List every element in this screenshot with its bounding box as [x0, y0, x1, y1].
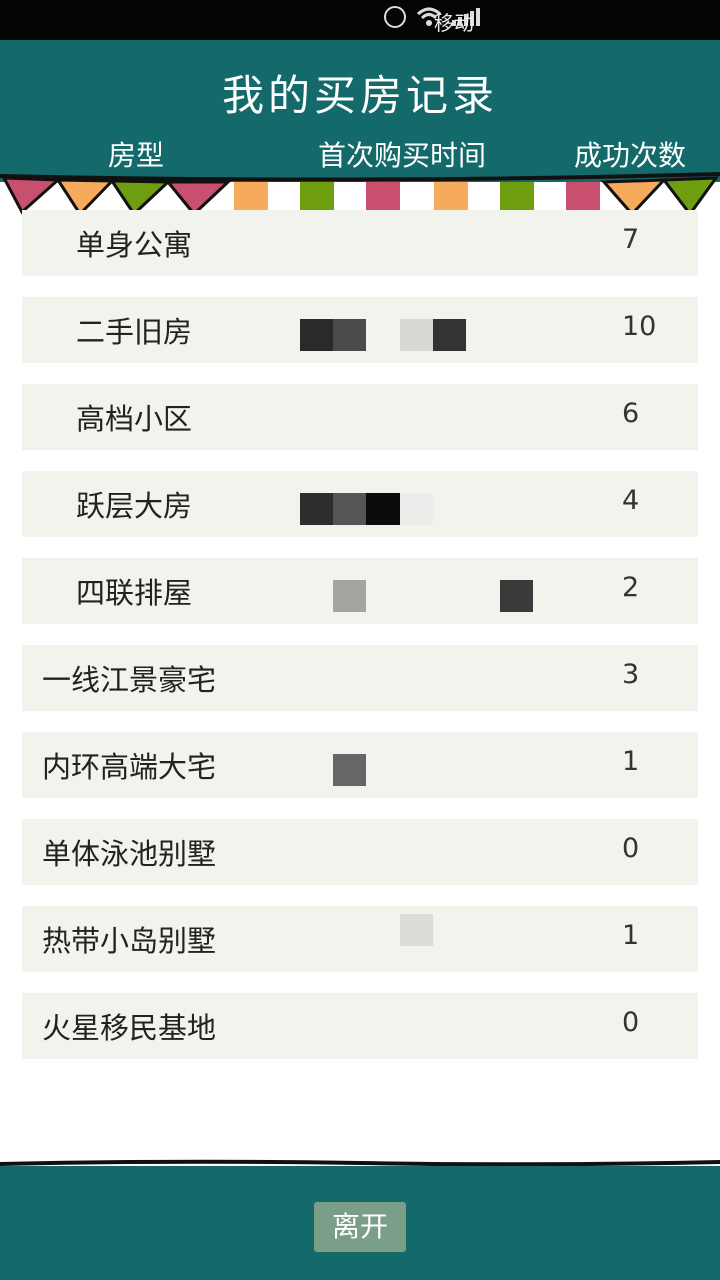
record-type: 高档小区	[76, 402, 193, 436]
record-row: 一线江景豪宅 3	[22, 645, 698, 711]
header: 我的买房记录 房型 首次购买时间 成功次数	[0, 40, 720, 182]
obscured-date	[400, 493, 433, 525]
record-row: 跃层大房 4	[22, 471, 698, 537]
record-count: 2	[622, 572, 640, 603]
record-type: 内环高端大宅	[42, 750, 217, 784]
obscured-date	[300, 493, 333, 525]
record-type: 一线江景豪宅	[42, 663, 217, 697]
alarm-icon	[384, 6, 406, 28]
record-count: 1	[622, 920, 640, 951]
status-bar: 移动	[0, 0, 720, 40]
record-row: 单体泳池别墅 0	[22, 819, 698, 885]
record-count: 0	[622, 1007, 640, 1038]
record-count: 6	[622, 398, 640, 429]
obscured-date	[333, 754, 366, 786]
obscured-date	[333, 580, 366, 612]
page-title: 我的买房记录	[221, 71, 498, 120]
obscured-date	[400, 914, 433, 946]
record-row: 高档小区 6	[22, 384, 698, 450]
record-count: 4	[622, 485, 640, 516]
column-header-count: 成功次数	[574, 139, 687, 172]
record-row: 火星移民基地 0	[22, 993, 698, 1059]
record-count: 3	[622, 659, 640, 690]
record-count: 0	[622, 833, 640, 864]
record-row: 二手旧房 10	[22, 297, 698, 363]
column-header-type: 房型	[108, 139, 165, 172]
record-type: 四联排屋	[76, 576, 193, 610]
column-header-first-time: 首次购买时间	[318, 139, 487, 172]
record-type: 单身公寓	[76, 228, 193, 262]
record-type: 热带小岛别墅	[42, 924, 217, 958]
record-count: 1	[622, 746, 640, 777]
footer: 离开	[0, 1166, 720, 1280]
record-count: 10	[622, 311, 657, 342]
record-type: 跃层大房	[76, 489, 193, 523]
record-count: 7	[622, 224, 640, 255]
record-type: 二手旧房	[76, 315, 193, 349]
record-type: 火星移民基地	[42, 1011, 217, 1045]
record-row: 内环高端大宅 1	[22, 732, 698, 798]
record-type: 单体泳池别墅	[42, 837, 217, 871]
leave-button[interactable]: 离开	[314, 1202, 406, 1252]
carrier-label: 移动	[434, 11, 474, 35]
obscured-date	[333, 493, 366, 525]
obscured-date	[366, 493, 400, 525]
obscured-date	[400, 319, 433, 351]
obscured-date	[500, 580, 533, 612]
obscured-date	[300, 319, 333, 351]
record-row: 四联排屋 2	[22, 558, 698, 624]
record-row: 热带小岛别墅 1	[22, 906, 698, 972]
obscured-date	[333, 319, 366, 351]
record-row: 单身公寓 7	[22, 210, 698, 276]
obscured-date	[433, 319, 466, 351]
